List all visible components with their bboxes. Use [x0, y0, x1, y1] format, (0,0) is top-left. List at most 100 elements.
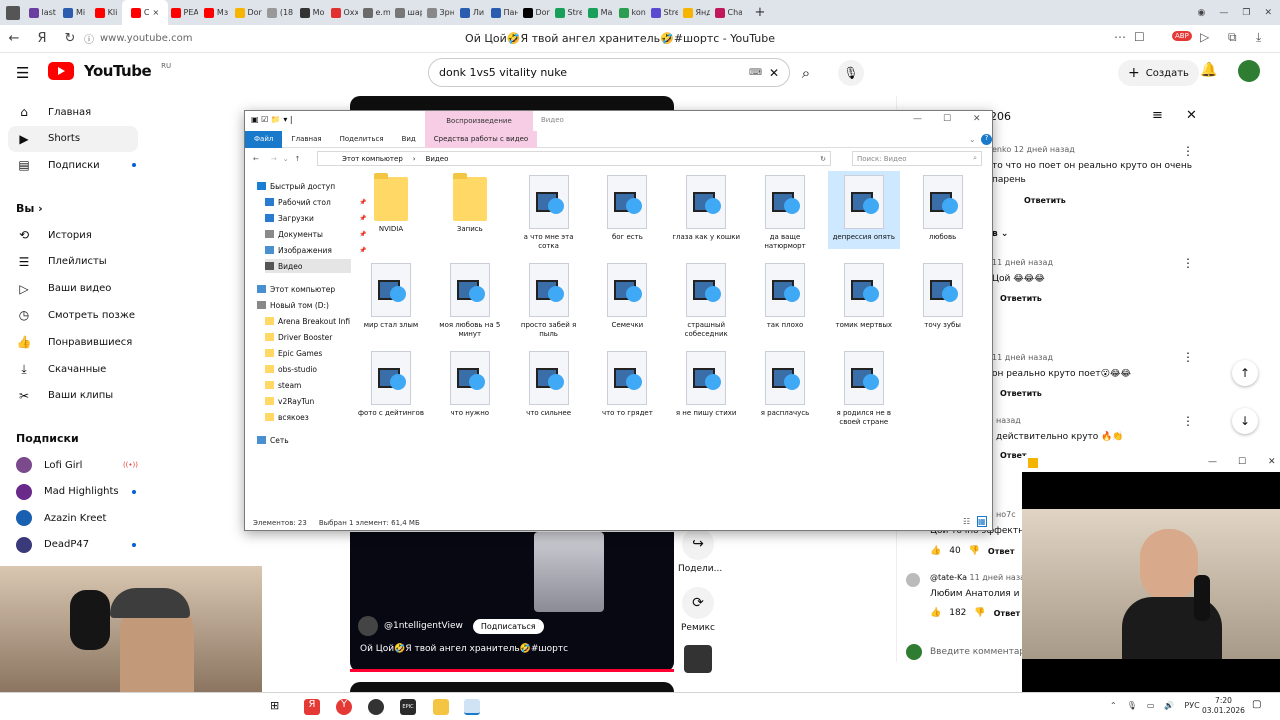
create-button[interactable]: + Создать — [1118, 60, 1199, 86]
browser-tab[interactable]: Зрн — [424, 0, 456, 25]
browser-tab[interactable]: Dor — [520, 0, 552, 25]
sidebar-item[interactable]: ▷ Ваши видео — [16, 276, 146, 302]
voice-search-button[interactable]: 🎙 — [838, 60, 864, 86]
back-icon[interactable]: ← — [253, 155, 259, 163]
close-tab-icon[interactable]: × — [152, 8, 159, 17]
browser-tab[interactable]: Stre — [552, 0, 584, 25]
search-button[interactable]: ⌕ — [788, 58, 824, 87]
bookmark-icon[interactable]: ☐ — [1134, 30, 1145, 44]
ribbon-tab-share[interactable]: Поделиться — [331, 131, 393, 148]
video-file-item[interactable]: что сильнее — [513, 347, 585, 427]
folder-item[interactable]: NVIDIA — [355, 171, 427, 251]
sidebar-item[interactable]: ⟲ История — [16, 222, 146, 248]
browser-tab[interactable]: шар — [392, 0, 424, 25]
obs-icon[interactable] — [368, 699, 384, 715]
minimize-icon[interactable]: — — [913, 114, 922, 124]
commenter-avatar[interactable] — [906, 573, 920, 587]
video-file-item[interactable]: фото с дейтингов — [355, 347, 427, 427]
short-progress-bar[interactable] — [350, 669, 674, 672]
channel-name[interactable]: @1ntelligentView — [384, 621, 463, 631]
video-file-item[interactable]: я не пишу стихи — [670, 347, 742, 427]
epic-games-icon[interactable]: EPIC — [400, 699, 416, 715]
comment-menu-icon[interactable]: ⋮ — [1182, 414, 1194, 428]
video-file-item[interactable]: глаза как у кошки — [670, 171, 742, 251]
ribbon-tab-home[interactable]: Главная — [282, 131, 330, 148]
nav-pane-item[interactable]: Загрузки 📌 — [265, 211, 366, 225]
clock[interactable]: 7:20 03.01.2026 — [1202, 696, 1245, 716]
quick-access-toolbar-icon[interactable]: ▣ ☑ 📁 ▾ | — [251, 115, 293, 124]
subscription-channel[interactable]: Mad Highlights — [16, 479, 146, 505]
browser-tab[interactable]: kon — [616, 0, 648, 25]
notifications-center-icon[interactable]: ▢ — [1252, 699, 1268, 715]
close-window-icon[interactable]: ✕ — [1264, 8, 1272, 18]
like-icon[interactable]: 👍 — [930, 546, 941, 556]
browser-tab[interactable]: Пан — [488, 0, 520, 25]
help-icon[interactable]: ? — [981, 133, 992, 145]
player-icon[interactable]: ▷ — [1200, 30, 1209, 44]
video-file-item[interactable]: точу зубы — [907, 259, 979, 339]
workspace-badge[interactable] — [0, 0, 26, 25]
context-tab-playback[interactable]: Воспроизведение — [425, 111, 533, 131]
recent-icon[interactable]: ⌄ — [283, 155, 289, 163]
sidebar-item[interactable]: ▶ Shorts — [8, 125, 138, 152]
video-file-item[interactable]: просто забей я пыль — [513, 259, 585, 339]
subscribe-button[interactable]: Подписаться — [472, 618, 544, 634]
close-icon[interactable]: ✕ — [973, 114, 981, 124]
folder-item[interactable]: Запись — [434, 171, 506, 251]
channel-avatar[interactable] — [358, 616, 378, 636]
browser-tab[interactable]: last — [26, 0, 58, 25]
new-tab-icon[interactable]: + — [744, 0, 776, 25]
video-file-item[interactable]: любовь — [907, 171, 979, 251]
volume-icon[interactable]: 🔊 — [1164, 701, 1174, 710]
video-file-item[interactable]: моя любовь на 5 минут — [434, 259, 506, 339]
comment-author[interactable]: 11 дней назад — [992, 258, 1053, 267]
webcam-title-bar[interactable]: — ☐ ✕ — [1022, 456, 1280, 472]
video-file-item[interactable]: бог есть — [591, 171, 663, 251]
nav-pane-item[interactable]: obs-studio — [265, 362, 351, 376]
mic-tray-icon[interactable]: 🎙 — [1127, 701, 1137, 710]
nav-pane-item[interactable]: Arena Breakout Infi — [265, 314, 351, 328]
video-file-item[interactable]: что нужно — [434, 347, 506, 427]
reply-button[interactable]: Ответить — [1024, 196, 1066, 205]
comment-menu-icon[interactable]: ⋮ — [1182, 350, 1194, 364]
download-browser-icon[interactable]: ⤓ — [1256, 30, 1261, 45]
browser-tab[interactable]: Mo — [296, 0, 328, 25]
share-button[interactable]: ↪ Подели... — [678, 528, 722, 574]
search-input[interactable]: donk 1vs5 vitality nuke ⌨ ✕ — [428, 58, 790, 87]
comment-author[interactable]: назад — [996, 416, 1021, 425]
subscription-channel[interactable]: DeadP47 — [16, 532, 146, 558]
subscription-channel[interactable]: Lofi Girl ((•)) — [16, 452, 146, 478]
dislike-icon[interactable]: 👎 — [974, 608, 985, 618]
nav-pane-item[interactable]: Рабочий стол 📌 — [265, 195, 366, 209]
browser-tab[interactable]: C × — [122, 0, 168, 25]
scroll-up-icon[interactable]: ↑ — [1232, 360, 1258, 386]
media-player-icon[interactable] — [464, 699, 480, 715]
close-icon[interactable]: ✕ — [1268, 457, 1276, 467]
yandex-app-icon[interactable]: Y — [336, 699, 352, 715]
menu-icon[interactable]: ☰ — [16, 64, 29, 82]
replies-toggle[interactable]: в ⌄ — [992, 229, 1008, 239]
sidebar-item[interactable]: ◷ Смотреть позже — [16, 302, 146, 328]
video-file-item[interactable]: да ваще натюрморт — [749, 171, 821, 251]
large-icons-view-icon[interactable]: ▦ — [977, 516, 987, 527]
nav-pane-item[interactable]: всякоез — [265, 410, 351, 424]
video-file-item[interactable]: я расплачусь — [749, 347, 821, 427]
nav-pane-item[interactable]: Видео — [265, 259, 351, 273]
browser-tab[interactable]: Ли — [456, 0, 488, 25]
more-icon[interactable]: ⋯ — [1114, 30, 1126, 44]
comment-menu-icon[interactable]: ⋮ — [1182, 256, 1194, 270]
you-heading[interactable]: Вы › — [16, 202, 43, 215]
ribbon-tab-file[interactable]: Файл — [245, 130, 283, 148]
audio-thumbnail[interactable] — [684, 645, 712, 673]
video-file-item[interactable]: я родился не в своей стране — [828, 347, 900, 427]
maximize-icon[interactable]: ☐ — [1238, 457, 1246, 467]
browser-tab[interactable]: e.m — [360, 0, 392, 25]
maximize-icon[interactable]: ☐ — [943, 114, 951, 124]
language-indicator[interactable]: РУС — [1184, 701, 1199, 710]
browser-tab[interactable]: Ma — [584, 0, 616, 25]
path-segment[interactable]: Этот компьютер — [342, 155, 403, 163]
minimize-icon[interactable]: — — [1219, 8, 1228, 18]
network-icon[interactable]: ▭ — [1147, 701, 1155, 710]
reply-button[interactable]: Ответ — [994, 609, 1021, 618]
nav-pane-item[interactable]: v2RayTun — [265, 394, 351, 408]
